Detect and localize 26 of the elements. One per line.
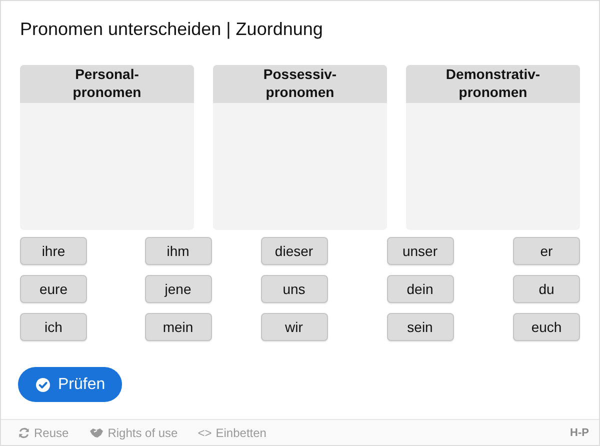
drop-zone[interactable]: Demonstrativ- pronomen <box>406 65 580 230</box>
check-button[interactable]: Prüfen <box>18 367 122 402</box>
logo: H-P <box>570 426 589 438</box>
draggable-word[interactable]: dieser <box>260 237 328 265</box>
drop-zone-heading: Personal- pronomen <box>20 65 194 103</box>
draggable-word[interactable]: uns <box>260 275 328 303</box>
drop-zone[interactable]: Personal- pronomen <box>20 65 194 230</box>
draggable-word[interactable]: dein <box>386 275 454 303</box>
draggable-word[interactable]: wir <box>260 313 328 341</box>
draggable-word[interactable]: ihre <box>20 237 87 265</box>
refresh-icon <box>18 426 30 438</box>
draggable-word[interactable]: er <box>513 237 580 265</box>
draggable-word[interactable]: ich <box>20 313 87 341</box>
checkmark-icon <box>36 378 50 392</box>
draggable-word[interactable]: ihm <box>144 237 212 265</box>
draggable-word[interactable]: mein <box>144 313 212 341</box>
draggable-word[interactable]: sein <box>386 313 454 341</box>
draggable-word[interactable]: eure <box>20 275 87 303</box>
task-title: Pronomen unterscheiden | Zuordnung <box>20 18 324 40</box>
draggable-word[interactable]: du <box>513 275 580 303</box>
drop-zone-heading: Demonstrativ- pronomen <box>406 65 580 103</box>
drop-zone[interactable]: Possessiv- pronomen <box>213 65 387 230</box>
draggable-word[interactable]: euch <box>513 313 580 341</box>
draggable-word[interactable]: unser <box>386 237 454 265</box>
draggable-word[interactable]: jene <box>144 275 212 303</box>
drop-zone-heading: Possessiv- pronomen <box>213 65 387 103</box>
